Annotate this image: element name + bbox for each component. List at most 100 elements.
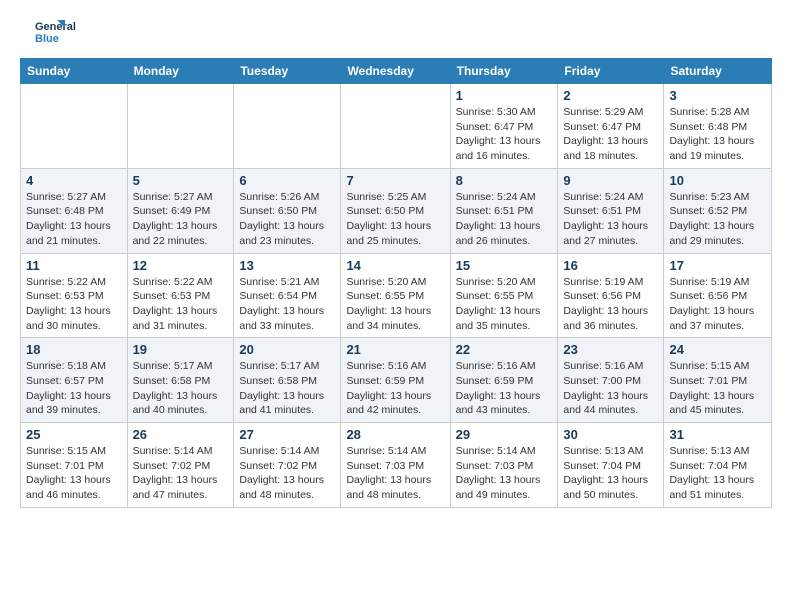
day-number: 29 xyxy=(456,427,553,442)
day-number: 27 xyxy=(239,427,335,442)
day-cell: 21 Sunrise: 5:16 AMSunset: 6:59 PMDayligh… xyxy=(341,338,450,423)
day-number: 14 xyxy=(346,258,444,273)
day-number: 18 xyxy=(26,342,122,357)
day-cell: 7 Sunrise: 5:25 AMSunset: 6:50 PMDaylight… xyxy=(341,168,450,253)
day-info: Sunrise: 5:19 AMSunset: 6:56 PMDaylight:… xyxy=(563,275,658,334)
day-cell: 12 Sunrise: 5:22 AMSunset: 6:53 PMDayligh… xyxy=(127,253,234,338)
day-cell xyxy=(234,84,341,169)
day-info: Sunrise: 5:27 AMSunset: 6:48 PMDaylight:… xyxy=(26,190,122,249)
week-row-5: 25 Sunrise: 5:15 AMSunset: 7:01 PMDayligh… xyxy=(21,423,772,508)
day-number: 31 xyxy=(669,427,766,442)
day-number: 11 xyxy=(26,258,122,273)
day-number: 25 xyxy=(26,427,122,442)
weekday-header-sunday: Sunday xyxy=(21,59,128,84)
day-info: Sunrise: 5:30 AMSunset: 6:47 PMDaylight:… xyxy=(456,105,553,164)
day-cell: 5 Sunrise: 5:27 AMSunset: 6:49 PMDaylight… xyxy=(127,168,234,253)
weekday-header-wednesday: Wednesday xyxy=(341,59,450,84)
day-info: Sunrise: 5:20 AMSunset: 6:55 PMDaylight:… xyxy=(456,275,553,334)
day-cell: 8 Sunrise: 5:24 AMSunset: 6:51 PMDaylight… xyxy=(450,168,558,253)
day-number: 26 xyxy=(133,427,229,442)
weekday-header-thursday: Thursday xyxy=(450,59,558,84)
logo: General Blue xyxy=(20,16,80,46)
day-cell xyxy=(341,84,450,169)
day-info: Sunrise: 5:22 AMSunset: 6:53 PMDaylight:… xyxy=(26,275,122,334)
day-info: Sunrise: 5:13 AMSunset: 7:04 PMDaylight:… xyxy=(563,444,658,503)
day-info: Sunrise: 5:24 AMSunset: 6:51 PMDaylight:… xyxy=(563,190,658,249)
day-number: 8 xyxy=(456,173,553,188)
day-info: Sunrise: 5:22 AMSunset: 6:53 PMDaylight:… xyxy=(133,275,229,334)
week-row-1: 1Sunrise: 5:30 AMSunset: 6:47 PMDaylight… xyxy=(21,84,772,169)
day-cell: 28 Sunrise: 5:14 AMSunset: 7:03 PMDayligh… xyxy=(341,423,450,508)
day-number: 17 xyxy=(669,258,766,273)
day-cell: 17Sunrise: 5:19 AMSunset: 6:56 PMDayligh… xyxy=(664,253,772,338)
day-info: Sunrise: 5:16 AMSunset: 6:59 PMDaylight:… xyxy=(346,359,444,418)
day-info: Sunrise: 5:29 AMSunset: 6:47 PMDaylight:… xyxy=(563,105,658,164)
week-row-4: 18Sunrise: 5:18 AMSunset: 6:57 PMDayligh… xyxy=(21,338,772,423)
day-cell: 2 Sunrise: 5:29 AMSunset: 6:47 PMDaylight… xyxy=(558,84,664,169)
day-number: 9 xyxy=(563,173,658,188)
weekday-header-monday: Monday xyxy=(127,59,234,84)
day-number: 12 xyxy=(133,258,229,273)
day-cell: 23 Sunrise: 5:16 AMSunset: 7:00 PMDayligh… xyxy=(558,338,664,423)
day-number: 7 xyxy=(346,173,444,188)
day-info: Sunrise: 5:17 AMSunset: 6:58 PMDaylight:… xyxy=(133,359,229,418)
week-row-3: 11 Sunrise: 5:22 AMSunset: 6:53 PMDayligh… xyxy=(21,253,772,338)
weekday-header-saturday: Saturday xyxy=(664,59,772,84)
day-cell: 24 Sunrise: 5:15 AMSunset: 7:01 PMDayligh… xyxy=(664,338,772,423)
day-info: Sunrise: 5:20 AMSunset: 6:55 PMDaylight:… xyxy=(346,275,444,334)
day-cell xyxy=(21,84,128,169)
day-cell: 13Sunrise: 5:21 AMSunset: 6:54 PMDayligh… xyxy=(234,253,341,338)
logo-icon: General Blue xyxy=(20,16,80,46)
day-cell xyxy=(127,84,234,169)
day-number: 24 xyxy=(669,342,766,357)
day-cell: 20Sunrise: 5:17 AMSunset: 6:58 PMDayligh… xyxy=(234,338,341,423)
svg-text:General: General xyxy=(35,21,76,33)
week-row-2: 4 Sunrise: 5:27 AMSunset: 6:48 PMDaylight… xyxy=(21,168,772,253)
day-number: 5 xyxy=(133,173,229,188)
day-info: Sunrise: 5:15 AMSunset: 7:01 PMDaylight:… xyxy=(669,359,766,418)
day-cell: 6 Sunrise: 5:26 AMSunset: 6:50 PMDaylight… xyxy=(234,168,341,253)
weekday-header-tuesday: Tuesday xyxy=(234,59,341,84)
day-cell: 15Sunrise: 5:20 AMSunset: 6:55 PMDayligh… xyxy=(450,253,558,338)
day-cell: 30 Sunrise: 5:13 AMSunset: 7:04 PMDayligh… xyxy=(558,423,664,508)
day-cell: 9 Sunrise: 5:24 AMSunset: 6:51 PMDaylight… xyxy=(558,168,664,253)
day-cell: 19 Sunrise: 5:17 AMSunset: 6:58 PMDayligh… xyxy=(127,338,234,423)
day-info: Sunrise: 5:15 AMSunset: 7:01 PMDaylight:… xyxy=(26,444,122,503)
weekday-header-row: SundayMondayTuesdayWednesdayThursdayFrid… xyxy=(21,59,772,84)
day-cell: 4 Sunrise: 5:27 AMSunset: 6:48 PMDaylight… xyxy=(21,168,128,253)
day-number: 23 xyxy=(563,342,658,357)
day-cell: 25 Sunrise: 5:15 AMSunset: 7:01 PMDayligh… xyxy=(21,423,128,508)
day-info: Sunrise: 5:27 AMSunset: 6:49 PMDaylight:… xyxy=(133,190,229,249)
day-info: Sunrise: 5:14 AMSunset: 7:03 PMDaylight:… xyxy=(346,444,444,503)
day-info: Sunrise: 5:24 AMSunset: 6:51 PMDaylight:… xyxy=(456,190,553,249)
day-number: 13 xyxy=(239,258,335,273)
day-number: 6 xyxy=(239,173,335,188)
day-info: Sunrise: 5:14 AMSunset: 7:03 PMDaylight:… xyxy=(456,444,553,503)
day-cell: 27 Sunrise: 5:14 AMSunset: 7:02 PMDayligh… xyxy=(234,423,341,508)
day-number: 16 xyxy=(563,258,658,273)
day-info: Sunrise: 5:14 AMSunset: 7:02 PMDaylight:… xyxy=(239,444,335,503)
day-info: Sunrise: 5:17 AMSunset: 6:58 PMDaylight:… xyxy=(239,359,335,418)
day-number: 28 xyxy=(346,427,444,442)
day-number: 22 xyxy=(456,342,553,357)
day-number: 21 xyxy=(346,342,444,357)
day-cell: 22 Sunrise: 5:16 AMSunset: 6:59 PMDayligh… xyxy=(450,338,558,423)
calendar-table: SundayMondayTuesdayWednesdayThursdayFrid… xyxy=(20,58,772,508)
day-number: 30 xyxy=(563,427,658,442)
day-info: Sunrise: 5:26 AMSunset: 6:50 PMDaylight:… xyxy=(239,190,335,249)
day-info: Sunrise: 5:25 AMSunset: 6:50 PMDaylight:… xyxy=(346,190,444,249)
day-cell: 16 Sunrise: 5:19 AMSunset: 6:56 PMDayligh… xyxy=(558,253,664,338)
day-number: 10 xyxy=(669,173,766,188)
day-info: Sunrise: 5:16 AMSunset: 6:59 PMDaylight:… xyxy=(456,359,553,418)
header: General Blue xyxy=(20,16,772,46)
day-number: 19 xyxy=(133,342,229,357)
day-info: Sunrise: 5:13 AMSunset: 7:04 PMDaylight:… xyxy=(669,444,766,503)
day-cell: 31 Sunrise: 5:13 AMSunset: 7:04 PMDayligh… xyxy=(664,423,772,508)
day-info: Sunrise: 5:14 AMSunset: 7:02 PMDaylight:… xyxy=(133,444,229,503)
day-info: Sunrise: 5:28 AMSunset: 6:48 PMDaylight:… xyxy=(669,105,766,164)
day-cell: 26 Sunrise: 5:14 AMSunset: 7:02 PMDayligh… xyxy=(127,423,234,508)
day-cell: 3Sunrise: 5:28 AMSunset: 6:48 PMDaylight… xyxy=(664,84,772,169)
day-number: 2 xyxy=(563,88,658,103)
day-info: Sunrise: 5:16 AMSunset: 7:00 PMDaylight:… xyxy=(563,359,658,418)
day-number: 4 xyxy=(26,173,122,188)
